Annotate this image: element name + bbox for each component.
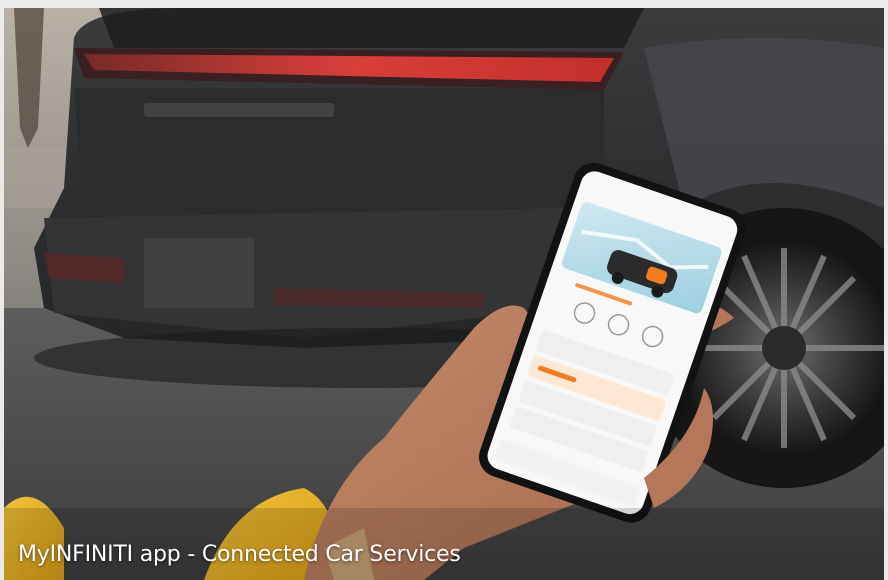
- product-photo: [4, 8, 884, 580]
- image-frame: MyINFINITI app - Connected Car Services: [0, 0, 888, 580]
- image-caption: MyINFINITI app - Connected Car Services: [18, 542, 461, 567]
- license-plate-area: [144, 238, 254, 308]
- suv-rear-with-phone-scene: [4, 8, 884, 580]
- brand-badge: [144, 103, 334, 117]
